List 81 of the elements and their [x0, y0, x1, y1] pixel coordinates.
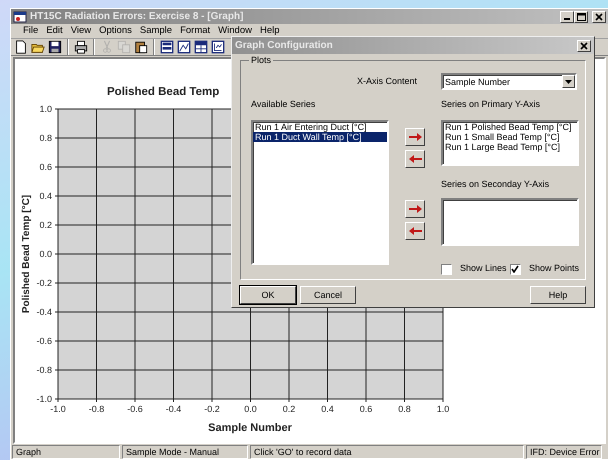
menu-item[interactable]: View: [66, 24, 96, 38]
caret-icon: [565, 80, 572, 84]
status-panel: Click 'GO' to record data: [250, 445, 524, 460]
move-right-button[interactable]: [405, 200, 425, 218]
dialog-button[interactable]: Cancel: [300, 286, 356, 304]
x-tick-label: 0.6: [360, 404, 372, 414]
arrow-left-icon: [408, 225, 422, 238]
arrow-right-icon: [408, 131, 422, 144]
dropdown-field[interactable]: Sample Number: [441, 73, 577, 90]
y-tick-label: -1.0: [36, 394, 52, 404]
list-label: Series on Primary Y-Axis: [441, 98, 542, 112]
x-tick-label: 0.2: [282, 404, 296, 414]
checkbox[interactable]: [510, 264, 521, 274]
x-tick-label: 0.4: [321, 404, 334, 414]
list-item[interactable]: Run 1 Air Entering Duct [°C]: [253, 122, 387, 132]
x-tick-label: 0.0: [244, 404, 257, 414]
image-panel-icon[interactable]: [177, 40, 191, 54]
menu-item[interactable]: Sample: [136, 24, 176, 38]
minimize-button[interactable]: [560, 10, 574, 22]
checkbox-label: Show Points: [528, 262, 579, 276]
menu-item[interactable]: Options: [95, 24, 136, 38]
minimize-icon: [564, 18, 570, 20]
menu-item[interactable]: Help: [256, 24, 284, 38]
y-axis-title: Polished Bead Temp [°C]: [21, 195, 32, 314]
dropdown-button[interactable]: [562, 75, 575, 88]
menu-item[interactable]: Window: [214, 24, 256, 38]
panel-icon[interactable]: [160, 40, 174, 54]
y-tick-label: 0.6: [39, 162, 52, 172]
dialog-title: Graph Configuration: [235, 39, 333, 54]
dialog-button[interactable]: OK: [240, 286, 296, 304]
table-panel-icon[interactable]: [194, 40, 208, 54]
close-button[interactable]: [577, 40, 591, 52]
menu-item[interactable]: Format: [176, 24, 214, 38]
window-title: HT15C Radiation Errors: Exercise 8 - [Graph]: [30, 10, 244, 24]
list-item[interactable]: Run 1 Duct Wall Temp [°C]: [253, 132, 387, 142]
document-icon[interactable]: [14, 40, 28, 54]
maximize-button[interactable]: [574, 10, 588, 22]
y-tick-label: 1.0: [39, 104, 52, 114]
list-item[interactable]: Run 1 Polished Bead Temp [°C]: [443, 122, 577, 132]
close-icon: [580, 42, 588, 50]
status-panel: IFD: Device Error: [526, 445, 602, 460]
x-tick-label: -0.6: [127, 404, 143, 414]
list-item[interactable]: Run 1 Large Bead Temp [°C]: [443, 142, 577, 152]
move-right-button[interactable]: [405, 128, 425, 146]
list-item[interactable]: Run 1 Small Bead Temp [°C]: [443, 132, 577, 142]
chart-title: Polished Bead Temp: [107, 86, 220, 98]
move-left-button[interactable]: [405, 150, 425, 168]
x-tick-label: -0.4: [166, 404, 182, 414]
arrow-left-icon: [408, 153, 422, 166]
y-tick-label: -0.8: [36, 365, 52, 376]
x-tick-label: 1.0: [436, 404, 450, 414]
x-tick-label: -0.2: [204, 404, 220, 414]
chart-panel-icon[interactable]: [211, 40, 225, 54]
clipboard-icon[interactable]: [134, 40, 148, 54]
list-label: Available Series: [251, 98, 316, 112]
y-tick-label: -0.2: [36, 278, 52, 288]
y-tick-label: -0.4: [36, 307, 52, 318]
printer-icon[interactable]: [74, 40, 88, 54]
x-tick-label: -0.8: [88, 404, 104, 414]
field-label: X-Axis Content: [356, 75, 417, 88]
menu-item[interactable]: File: [19, 24, 42, 38]
status-panel: Sample Mode - Manual: [122, 445, 248, 460]
move-left-button[interactable]: [405, 222, 425, 240]
close-icon: [595, 12, 603, 20]
y-tick-label: 0.8: [39, 133, 52, 144]
list-label: Series on Seconday Y-Axis: [441, 178, 550, 191]
y-tick-label: 0.2: [39, 220, 52, 230]
y-tick-label: 0.0: [39, 249, 52, 260]
y-tick-label: 0.4: [39, 191, 52, 202]
arrow-right-icon: [408, 203, 422, 216]
checkbox[interactable]: [441, 264, 452, 274]
checkbox-label: Show Lines: [460, 262, 507, 276]
close-button[interactable]: [592, 10, 606, 22]
maximize-icon: [576, 12, 586, 20]
x-tick-label: -1.0: [50, 404, 66, 414]
dialog-button[interactable]: Help: [530, 286, 586, 304]
status-panel: Graph: [12, 445, 120, 460]
y-tick-label: -0.6: [36, 336, 52, 346]
menu-item[interactable]: Edit: [42, 24, 67, 38]
x-axis-title: Sample Number: [208, 422, 292, 434]
x-tick-label: 0.8: [398, 404, 411, 414]
